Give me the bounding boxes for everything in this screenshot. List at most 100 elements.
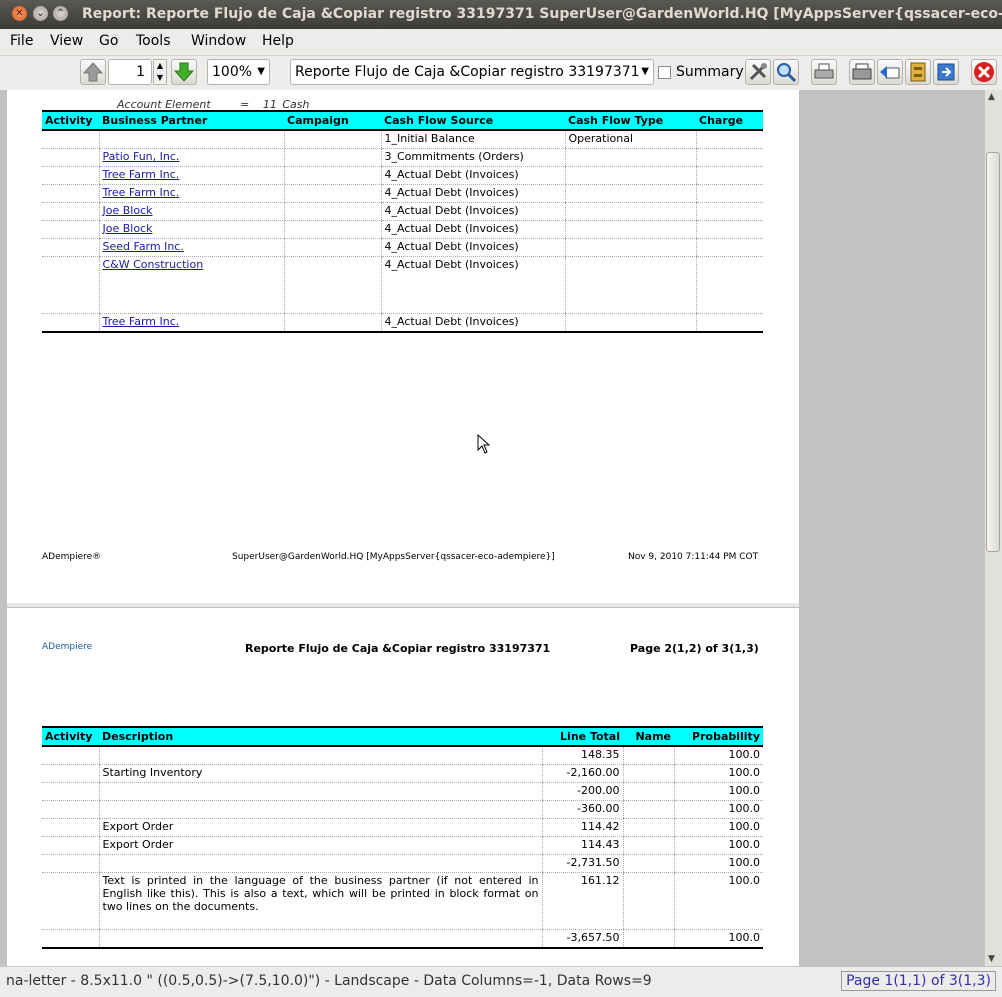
business-partner-link[interactable]: C&W Construction — [103, 258, 204, 271]
close-button[interactable] — [971, 59, 997, 85]
status-info: na-letter - 8.5x11.0 " ((0.5,0.5)->(7.5,… — [6, 973, 652, 989]
column-header[interactable]: Charge — [696, 110, 763, 131]
window-maximize-icon[interactable]: ⌃ — [53, 6, 68, 21]
column-header[interactable]: Activity — [42, 726, 99, 747]
name-cell — [622, 854, 674, 873]
vertical-scrollbar[interactable]: ▲ ▼ — [984, 90, 1002, 966]
charge-cell — [695, 148, 763, 167]
page-number-field[interactable]: 1 — [108, 59, 152, 85]
charge-cell — [695, 220, 763, 239]
cash-flow-table: Activity Business Partner Campaign Cash … — [42, 110, 763, 333]
window-minimize-icon[interactable]: ⌄ — [33, 6, 48, 21]
print-button[interactable] — [811, 59, 837, 85]
business-partner-link[interactable]: Joe Block — [103, 222, 153, 235]
campaign-cell — [283, 166, 381, 185]
menu-help[interactable]: Help — [262, 33, 294, 49]
page-separator — [7, 603, 799, 607]
menu-go[interactable]: Go — [99, 33, 118, 49]
next-page-button[interactable] — [171, 59, 197, 85]
description-cell — [98, 782, 542, 801]
previous-page-icon — [82, 62, 104, 82]
summary-checkbox[interactable] — [658, 66, 671, 79]
summary-label: Summary — [676, 64, 744, 80]
description-cell — [98, 800, 542, 819]
column-header[interactable]: Cash Flow Type — [565, 110, 696, 131]
business-partner-link[interactable]: Patio Fun, Inc. — [103, 150, 180, 163]
page-number-spinner[interactable]: ▲ ▼ — [153, 59, 167, 85]
business-partner-link[interactable]: Tree Farm Inc. — [103, 168, 180, 181]
menu-tools[interactable]: Tools — [136, 33, 171, 49]
column-header[interactable]: Activity — [42, 110, 99, 131]
line-total-cell: 161.12 — [541, 872, 623, 930]
export-icon — [937, 63, 955, 81]
campaign-cell — [283, 148, 381, 167]
window-title: Report: Reporte Flujo de Caja &Copiar re… — [82, 6, 1002, 22]
page-indicator[interactable]: Page 1(1,1) of 3(1,3) — [841, 971, 996, 991]
scroll-down-icon[interactable]: ▼ — [988, 954, 995, 964]
chevron-down-icon: ▼ — [641, 66, 649, 77]
window-close-icon[interactable]: ✕ — [12, 6, 27, 21]
probability-cell: 100.0 — [673, 800, 763, 819]
business-partner-link[interactable]: Tree Farm Inc. — [103, 315, 180, 328]
description-cell: Text is printed in the language of the b… — [98, 872, 542, 930]
toolbar: 1 ▲ ▼ 100% ▼ Reporte Flujo de Caja &Copiar… — [0, 56, 1002, 91]
column-header[interactable]: Name — [623, 726, 674, 747]
menu-bar: File View Go Tools Window Help — [0, 29, 1002, 56]
column-header[interactable]: Cash Flow Source — [381, 110, 565, 131]
footer-right: Nov 9, 2010 7:11:44 PM COT — [628, 552, 759, 562]
business-partner-link[interactable]: Seed Farm Inc. — [103, 240, 184, 253]
column-header[interactable]: Business Partner — [99, 110, 284, 131]
business-partner-link[interactable]: Joe Block — [103, 204, 153, 217]
description-cell — [98, 929, 542, 949]
business-partner-cell: C&W Construction — [98, 256, 284, 314]
description-cell — [98, 746, 542, 765]
probability-cell: 100.0 — [673, 929, 763, 949]
probability-cell: 100.0 — [673, 854, 763, 873]
customize-button[interactable] — [745, 59, 771, 85]
table-row: -3,657.50 100.0 — [42, 929, 763, 949]
column-header[interactable]: Line Total — [542, 726, 623, 747]
activity-cell — [42, 130, 99, 149]
menu-window[interactable]: Window — [191, 33, 246, 49]
name-cell — [622, 818, 674, 837]
cash-flow-source-cell: 4_Actual Debt (Invoices) — [380, 313, 565, 333]
zoom-select[interactable]: 100% ▼ — [207, 59, 270, 85]
business-partner-cell: Seed Farm Inc. — [98, 238, 284, 257]
charge-cell — [695, 184, 763, 203]
report-select[interactable]: Reporte Flujo de Caja &Copiar registro 3… — [290, 59, 654, 85]
zoom-value: 100% — [212, 64, 253, 80]
export-button[interactable] — [933, 59, 959, 85]
line-total-cell: -2,160.00 — [541, 764, 623, 783]
business-partner-cell: Joe Block — [98, 202, 284, 221]
send-mail-button[interactable] — [877, 59, 903, 85]
menu-view[interactable]: View — [50, 33, 83, 49]
line-total-cell: -2,731.50 — [541, 854, 623, 873]
column-header[interactable]: Description — [99, 726, 542, 747]
previous-page-button[interactable] — [80, 59, 106, 85]
scanner-button[interactable] — [849, 59, 875, 85]
next-page-icon — [173, 62, 195, 82]
adempiere-logo: ADempiere — [42, 642, 93, 652]
table-row: C&W Construction 4_Actual Debt (Invoices… — [42, 256, 763, 314]
table-row: 148.35 100.0 — [42, 746, 763, 765]
report-viewer[interactable]: Account Element = 11_Cash Activity Busin… — [0, 90, 984, 966]
cash-flow-source-cell: 4_Actual Debt (Invoices) — [380, 202, 565, 221]
menu-file[interactable]: File — [10, 33, 33, 49]
activity-cell — [42, 764, 99, 783]
scroll-up-icon[interactable]: ▲ — [988, 92, 995, 102]
scrollbar-thumb[interactable] — [986, 152, 1000, 552]
activity-cell — [42, 872, 99, 930]
table-row: -200.00 100.0 — [42, 782, 763, 801]
name-cell — [622, 836, 674, 855]
line-total-cell: 148.35 — [541, 746, 623, 765]
find-button[interactable] — [773, 59, 799, 85]
description-cell: Starting Inventory — [98, 764, 542, 783]
archive-button[interactable] — [905, 59, 931, 85]
business-partner-link[interactable]: Tree Farm Inc. — [103, 186, 180, 199]
column-header[interactable]: Campaign — [284, 110, 381, 131]
table-row: -360.00 100.0 — [42, 800, 763, 819]
column-header[interactable]: Probability — [674, 726, 763, 747]
report-header-title: Reporte Flujo de Caja &Copiar registro 3… — [245, 642, 551, 655]
campaign-cell — [283, 184, 381, 203]
campaign-cell — [283, 202, 381, 221]
